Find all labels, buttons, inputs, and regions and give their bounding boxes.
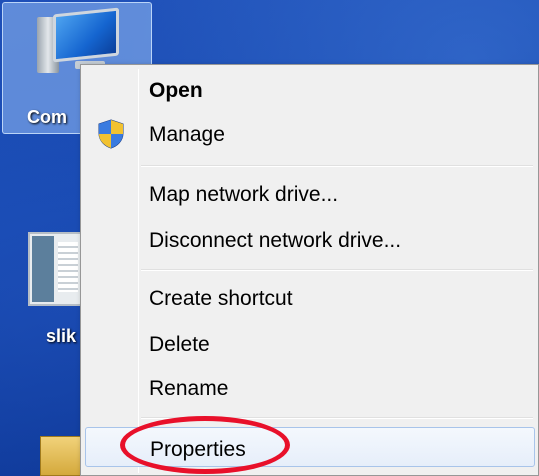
menu-item-rename[interactable]: Rename [85,367,535,407]
menu-item-properties[interactable]: Properties [85,427,535,467]
menu-item-label: Properties [150,438,246,461]
folder-icon[interactable] [40,436,84,476]
menu-item-delete[interactable]: Delete [85,323,535,363]
context-menu: Open Manage Map network drive... Disconn… [80,64,539,476]
menu-separator [141,269,533,271]
uac-shield-icon [98,119,124,149]
menu-item-create-shortcut[interactable]: Create shortcut [85,277,535,317]
desktop-icon-label-2: slik [46,326,77,346]
menu-item-label: Disconnect network drive... [149,229,402,252]
document-icon[interactable] [28,232,84,306]
menu-item-label: Open [149,79,203,102]
desktop-icon-label: Com [27,107,67,127]
menu-item-label: Manage [149,123,225,146]
menu-item-disconnect-network-drive[interactable]: Disconnect network drive... [85,219,535,259]
menu-item-map-network-drive[interactable]: Map network drive... [85,173,535,213]
menu-item-label: Rename [149,377,229,400]
computer-icon [35,7,125,73]
menu-item-manage[interactable]: Manage [85,113,535,153]
menu-separator [141,417,533,419]
menu-item-label: Map network drive... [149,183,339,206]
menu-item-label: Create shortcut [149,287,293,310]
menu-item-open[interactable]: Open [85,69,535,109]
menu-item-label: Delete [149,333,210,356]
menu-separator [141,165,533,167]
